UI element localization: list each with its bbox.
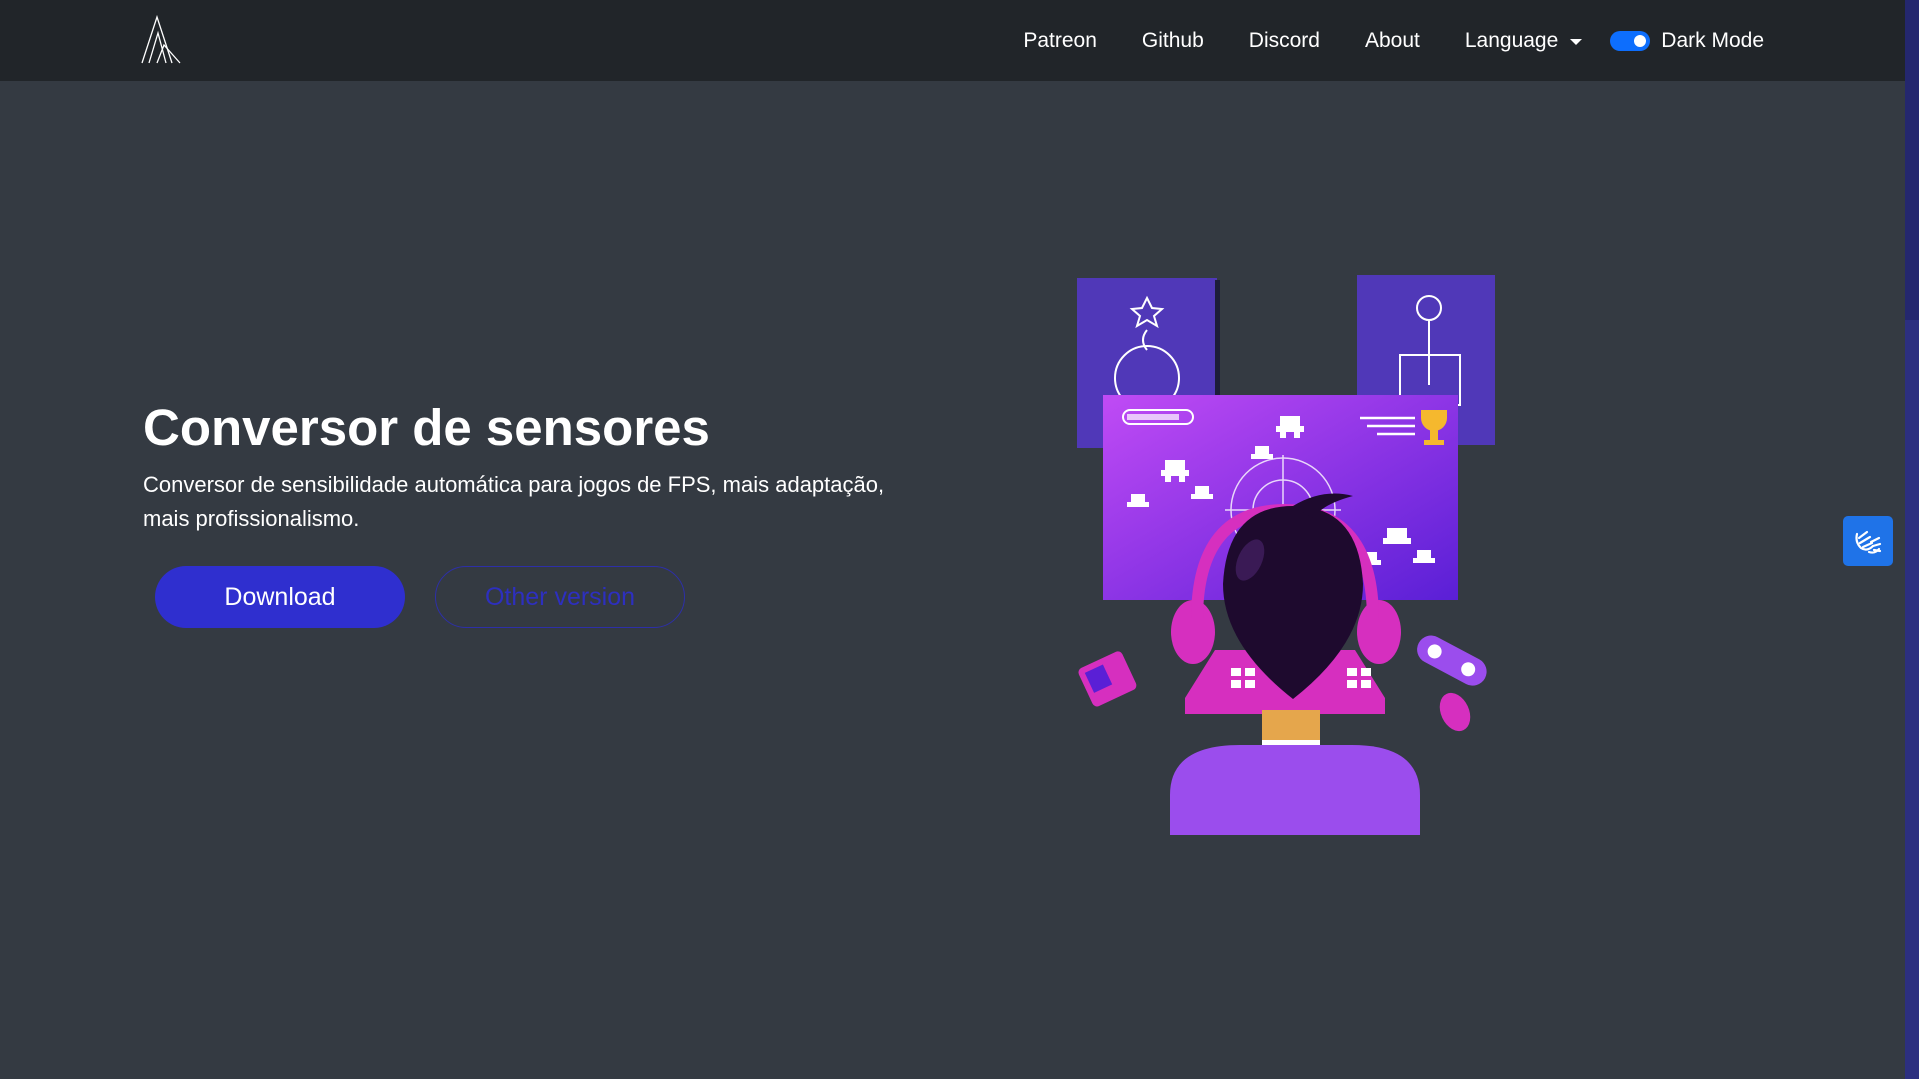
nav-link-github[interactable]: Github xyxy=(1142,29,1204,53)
sign-language-hands-icon xyxy=(1855,530,1882,554)
hero-subtitle: Conversor de sensibilidade automática pa… xyxy=(143,472,885,531)
nav-link-about[interactable]: About xyxy=(1365,29,1420,53)
download-button[interactable]: Download xyxy=(155,566,405,628)
nav-link-patreon[interactable]: Patreon xyxy=(1023,29,1097,53)
accessibility-widget-button[interactable] xyxy=(1843,516,1893,566)
dark-mode-label: Dark Mode xyxy=(1661,28,1764,52)
dark-mode-toggle[interactable] xyxy=(1610,30,1651,51)
caret-down-icon xyxy=(1570,38,1583,45)
navbar: Patreon Github Discord About Language Da… xyxy=(0,0,1905,81)
gamer-illustration xyxy=(1077,275,1495,835)
dark-mode-switch-group: Dark Mode xyxy=(1610,29,1764,53)
scrollbar-thumb[interactable] xyxy=(1905,0,1919,320)
nav-link-discord[interactable]: Discord xyxy=(1249,29,1320,53)
nav-links: Patreon Github Discord About Language Da… xyxy=(1023,0,1764,81)
hero-title: Conversor de sensores xyxy=(143,399,710,456)
other-version-button[interactable]: Other version xyxy=(435,566,685,628)
language-label: Language xyxy=(1464,28,1559,52)
scrollbar[interactable] xyxy=(1905,0,1919,1079)
language-dropdown[interactable]: Language xyxy=(1464,28,1583,53)
site-logo[interactable] xyxy=(140,15,182,65)
